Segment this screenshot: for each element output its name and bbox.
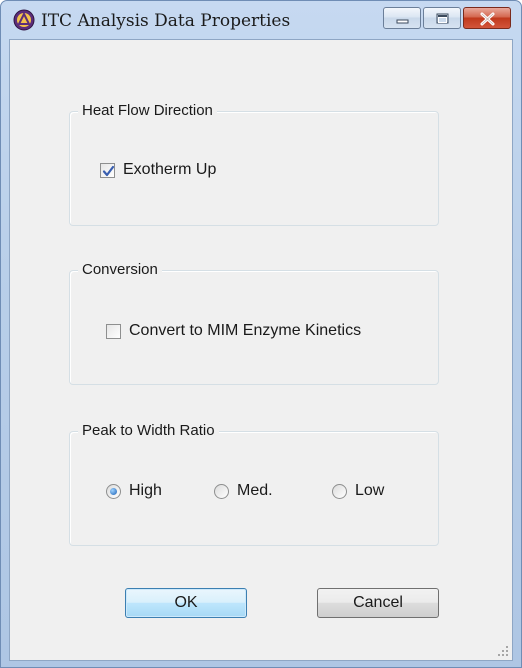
close-button[interactable]	[463, 7, 511, 29]
conversion-group: Conversion Convert to MIM Enzyme Kinetic…	[69, 261, 439, 385]
peak-ratio-group-label: Peak to Width Ratio	[78, 422, 219, 439]
exotherm-checkbox-box[interactable]	[100, 162, 115, 178]
convert-label: Convert to MIM Enzyme Kinetics	[129, 322, 362, 339]
conversion-group-label: Conversion	[78, 261, 162, 278]
peak-ratio-group: Peak to Width Ratio High Med. Low	[69, 422, 439, 546]
radio-low[interactable]: Low	[332, 482, 384, 500]
heat-flow-group-label: Heat Flow Direction	[78, 102, 217, 119]
radio-high[interactable]: High	[106, 482, 214, 500]
cancel-button[interactable]: Cancel	[317, 588, 439, 618]
minimize-icon	[396, 19, 409, 24]
resize-grip-icon[interactable]	[497, 645, 509, 657]
peak-ratio-options: High Med. Low	[106, 482, 384, 500]
ok-button[interactable]: OK	[125, 588, 247, 618]
close-icon	[480, 12, 495, 26]
radio-high-label: High	[129, 482, 162, 499]
checkmark-icon	[102, 165, 115, 176]
radio-low-label: Low	[355, 482, 385, 499]
exotherm-up-checkbox[interactable]: Exotherm Up	[100, 161, 216, 179]
dialog-window: ITC Analysis Data Properties Heat Flow D…	[0, 0, 522, 668]
dialog-client-area: Heat Flow Direction Exotherm Up Conversi…	[9, 39, 513, 661]
itc-app-icon[interactable]	[13, 9, 35, 31]
radio-med-dot[interactable]	[214, 483, 229, 499]
exotherm-label: Exotherm Up	[123, 161, 217, 178]
window-title: ITC Analysis Data Properties	[41, 11, 291, 31]
maximize-button[interactable]	[423, 7, 461, 29]
convert-checkbox-box[interactable]	[106, 323, 121, 339]
radio-med[interactable]: Med.	[214, 482, 332, 500]
maximize-icon	[436, 13, 449, 24]
radio-high-dot[interactable]	[106, 483, 121, 499]
minimize-button[interactable]	[383, 7, 421, 29]
radio-med-label: Med.	[237, 482, 273, 499]
radio-low-dot[interactable]	[332, 483, 347, 499]
title-bar[interactable]: ITC Analysis Data Properties	[1, 1, 521, 39]
caption-buttons	[383, 7, 511, 29]
convert-mim-checkbox[interactable]: Convert to MIM Enzyme Kinetics	[106, 322, 361, 340]
heat-flow-group: Heat Flow Direction Exotherm Up	[69, 102, 439, 226]
